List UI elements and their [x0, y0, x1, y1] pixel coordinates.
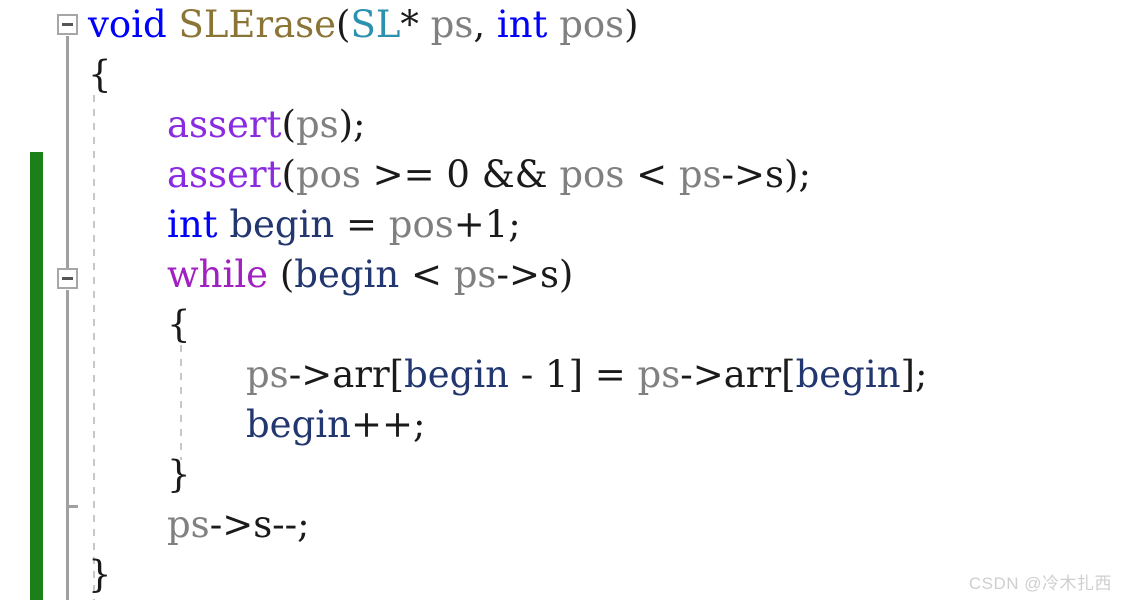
code-token: >= 0 && [360, 153, 560, 196]
code-token: ( [281, 103, 296, 146]
code-token: = [334, 203, 389, 246]
code-token: void [88, 3, 167, 46]
code-token: ) [624, 3, 639, 46]
code-editor-screenshot: void SLErase(SL* ps, int pos){assert(ps)… [0, 0, 1128, 600]
code-token: ]; [900, 353, 928, 396]
code-line[interactable]: { [0, 50, 1128, 100]
code-line[interactable]: begin++; [0, 400, 1128, 450]
code-line[interactable]: while (begin < ps->s) [0, 250, 1128, 300]
code-token: assert [167, 103, 282, 146]
code-token: while [167, 253, 269, 296]
code-token: ( [336, 3, 351, 46]
code-token: assert [167, 153, 282, 196]
code-token: pos [388, 203, 454, 246]
code-token: ps [453, 253, 497, 296]
code-line[interactable]: int begin = pos+1; [0, 200, 1128, 250]
code-token: ps [678, 153, 722, 196]
code-token: begin [294, 253, 400, 296]
code-line[interactable]: { [0, 300, 1128, 350]
code-token: { [88, 53, 112, 96]
code-token: ->s--; [209, 503, 310, 546]
code-token: ++; [350, 403, 426, 446]
code-line[interactable]: assert(pos >= 0 && pos < ps->s); [0, 150, 1128, 200]
code-token: ps [295, 103, 339, 146]
code-line[interactable]: assert(ps); [0, 100, 1128, 150]
code-token: ps [246, 353, 289, 396]
code-token: pos [559, 3, 625, 46]
code-token: +1; [453, 203, 521, 246]
code-token: int [167, 203, 218, 246]
code-token: begin [229, 203, 335, 246]
code-token: begin [795, 353, 901, 396]
csdn-watermark: CSDN @冷木扎西 [968, 574, 1112, 593]
code-line[interactable]: } [0, 450, 1128, 500]
code-token: { [167, 303, 191, 346]
code-token: pos [559, 153, 625, 196]
code-token: ps [637, 353, 681, 396]
code-token: < [399, 253, 454, 296]
code-token: * [400, 3, 431, 46]
code-token: < [624, 153, 679, 196]
code-token: ps [430, 3, 474, 46]
code-token: SLErase [178, 3, 337, 46]
code-token: pos [295, 153, 361, 196]
code-line[interactable]: } [0, 550, 1128, 600]
code-line[interactable]: ps->arr[begin - 1] = ps->arr[begin]; [0, 350, 1128, 400]
code-line[interactable]: void SLErase(SL* ps, int pos) [0, 0, 1128, 50]
code-token: begin [404, 353, 509, 396]
code-token: - 1] = [509, 353, 638, 396]
code-token: } [167, 453, 191, 496]
code-token: ps [167, 503, 210, 546]
code-token: int [496, 3, 548, 46]
code-token: ( [268, 253, 295, 296]
code-token: begin [246, 403, 351, 446]
code-token: ); [338, 103, 366, 146]
code-token: SL [350, 3, 401, 46]
code-token: ->s) [496, 253, 574, 296]
code-token: ->s); [721, 153, 811, 196]
code-token: ( [281, 153, 296, 196]
code-line[interactable]: ps->s--; [0, 500, 1128, 550]
code-token: ->arr[ [288, 353, 405, 396]
code-token: } [88, 553, 112, 596]
code-token: ->arr[ [680, 353, 796, 396]
code-token: , [473, 3, 497, 46]
code-text-area[interactable]: void SLErase(SL* ps, int pos){assert(ps)… [0, 0, 1128, 600]
